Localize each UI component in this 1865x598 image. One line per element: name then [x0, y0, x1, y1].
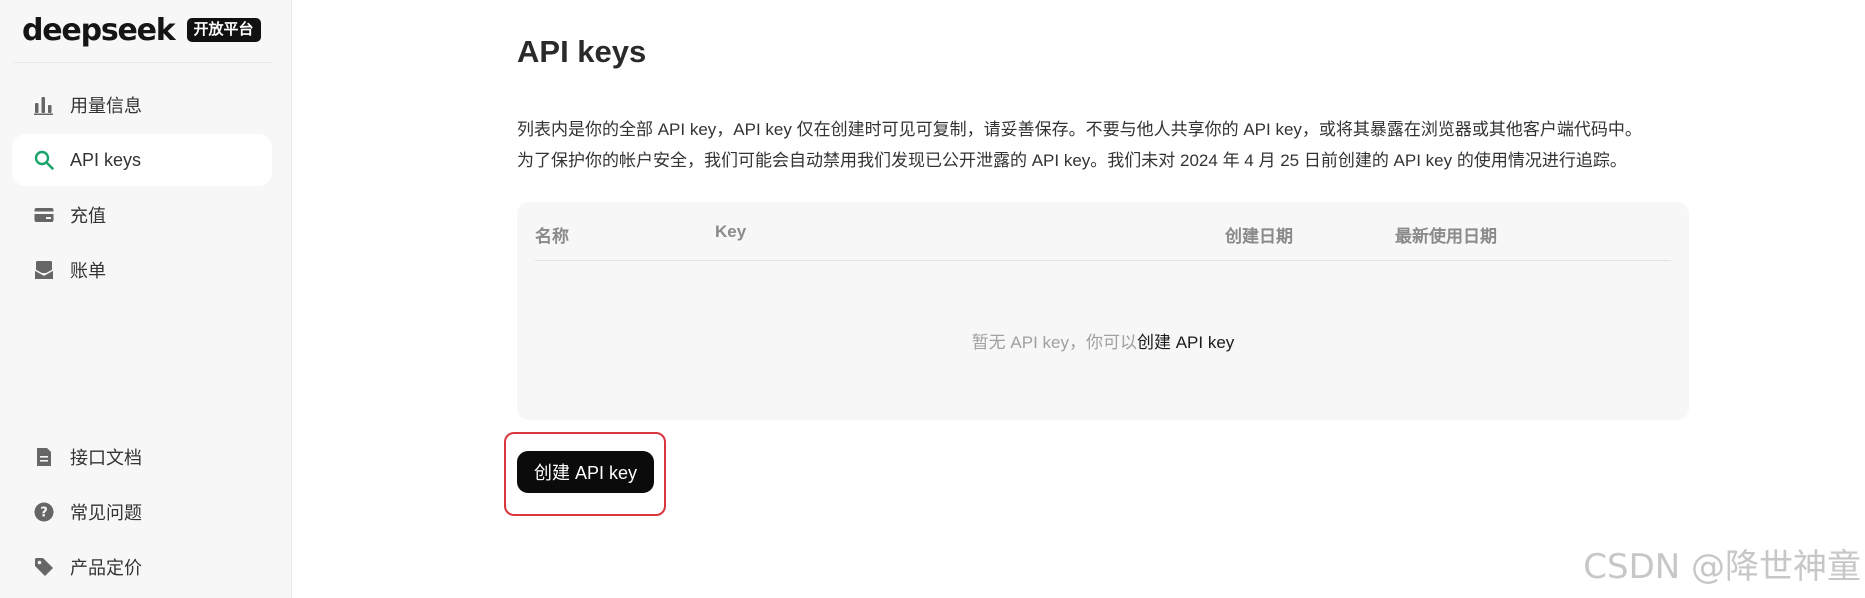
description-line: 为了保护你的帐户安全，我们可能会自动禁用我们发现已公开泄露的 API key。我… — [517, 151, 1627, 170]
column-header-name: 名称 — [535, 227, 569, 246]
sidebar-item-label: 常见问题 — [70, 503, 142, 523]
divider — [14, 62, 272, 63]
question-icon: ? — [32, 500, 56, 524]
price-tag-icon — [32, 555, 56, 579]
table-header: 名称 Key 创建日期 最新使用日期 — [535, 202, 1671, 261]
sidebar-item-label: API keys — [70, 149, 142, 170]
api-keys-table: 名称 Key 创建日期 最新使用日期 暂无 API key，你可以创建 API … — [517, 202, 1689, 420]
description-line: 列表内是你的全部 API key，API key 仅在创建时可见可复制，请妥善保… — [517, 120, 1642, 139]
page-title: API keys — [517, 34, 647, 69]
sidebar-item-label: 账单 — [70, 261, 106, 281]
sidebar-item-label: 接口文档 — [70, 448, 142, 468]
create-key-link[interactable]: 创建 API key — [1137, 333, 1234, 352]
sidebar-item-pricing[interactable]: 产品定价 — [12, 541, 272, 593]
svg-text:?: ? — [40, 506, 48, 521]
brand-name: deepseek — [22, 12, 176, 48]
app-window: deepseek 开放平台 用量信息 API keys 充值 账单 接口文档 ?… — [0, 0, 1865, 598]
bill-icon — [32, 258, 56, 282]
bar-chart-icon — [32, 93, 56, 117]
empty-state: 暂无 API key，你可以创建 API key — [517, 328, 1689, 353]
column-header-key: Key — [715, 222, 747, 241]
description: 列表内是你的全部 API key，API key 仅在创建时可见可复制，请妥善保… — [517, 114, 1717, 176]
watermark: CSDN @降世神童 — [1583, 547, 1861, 587]
column-header-last-used: 最新使用日期 — [1395, 227, 1497, 246]
sidebar-item-recharge[interactable]: 充值 — [12, 189, 272, 241]
brand-badge: 开放平台 — [186, 18, 261, 42]
credit-card-icon — [32, 203, 56, 227]
create-api-key-button[interactable]: 创建 API key — [517, 451, 654, 493]
brand-logo[interactable]: deepseek 开放平台 — [22, 6, 261, 54]
sidebar-item-api-keys[interactable]: API keys — [12, 134, 272, 186]
sidebar-item-label: 充值 — [70, 206, 106, 226]
sidebar-item-label: 产品定价 — [70, 558, 142, 578]
sidebar-item-label: 用量信息 — [70, 96, 142, 116]
document-icon — [32, 445, 56, 469]
search-key-icon — [32, 148, 56, 172]
sidebar-item-usage[interactable]: 用量信息 — [12, 79, 272, 131]
sidebar-item-faq[interactable]: ? 常见问题 — [12, 486, 272, 538]
column-header-created: 创建日期 — [1225, 227, 1293, 246]
sidebar-item-bills[interactable]: 账单 — [12, 244, 272, 296]
sidebar-item-docs[interactable]: 接口文档 — [12, 431, 272, 483]
sidebar: deepseek 开放平台 用量信息 API keys 充值 账单 接口文档 ?… — [0, 0, 292, 598]
empty-state-text: 暂无 API key，你可以 — [971, 333, 1137, 352]
